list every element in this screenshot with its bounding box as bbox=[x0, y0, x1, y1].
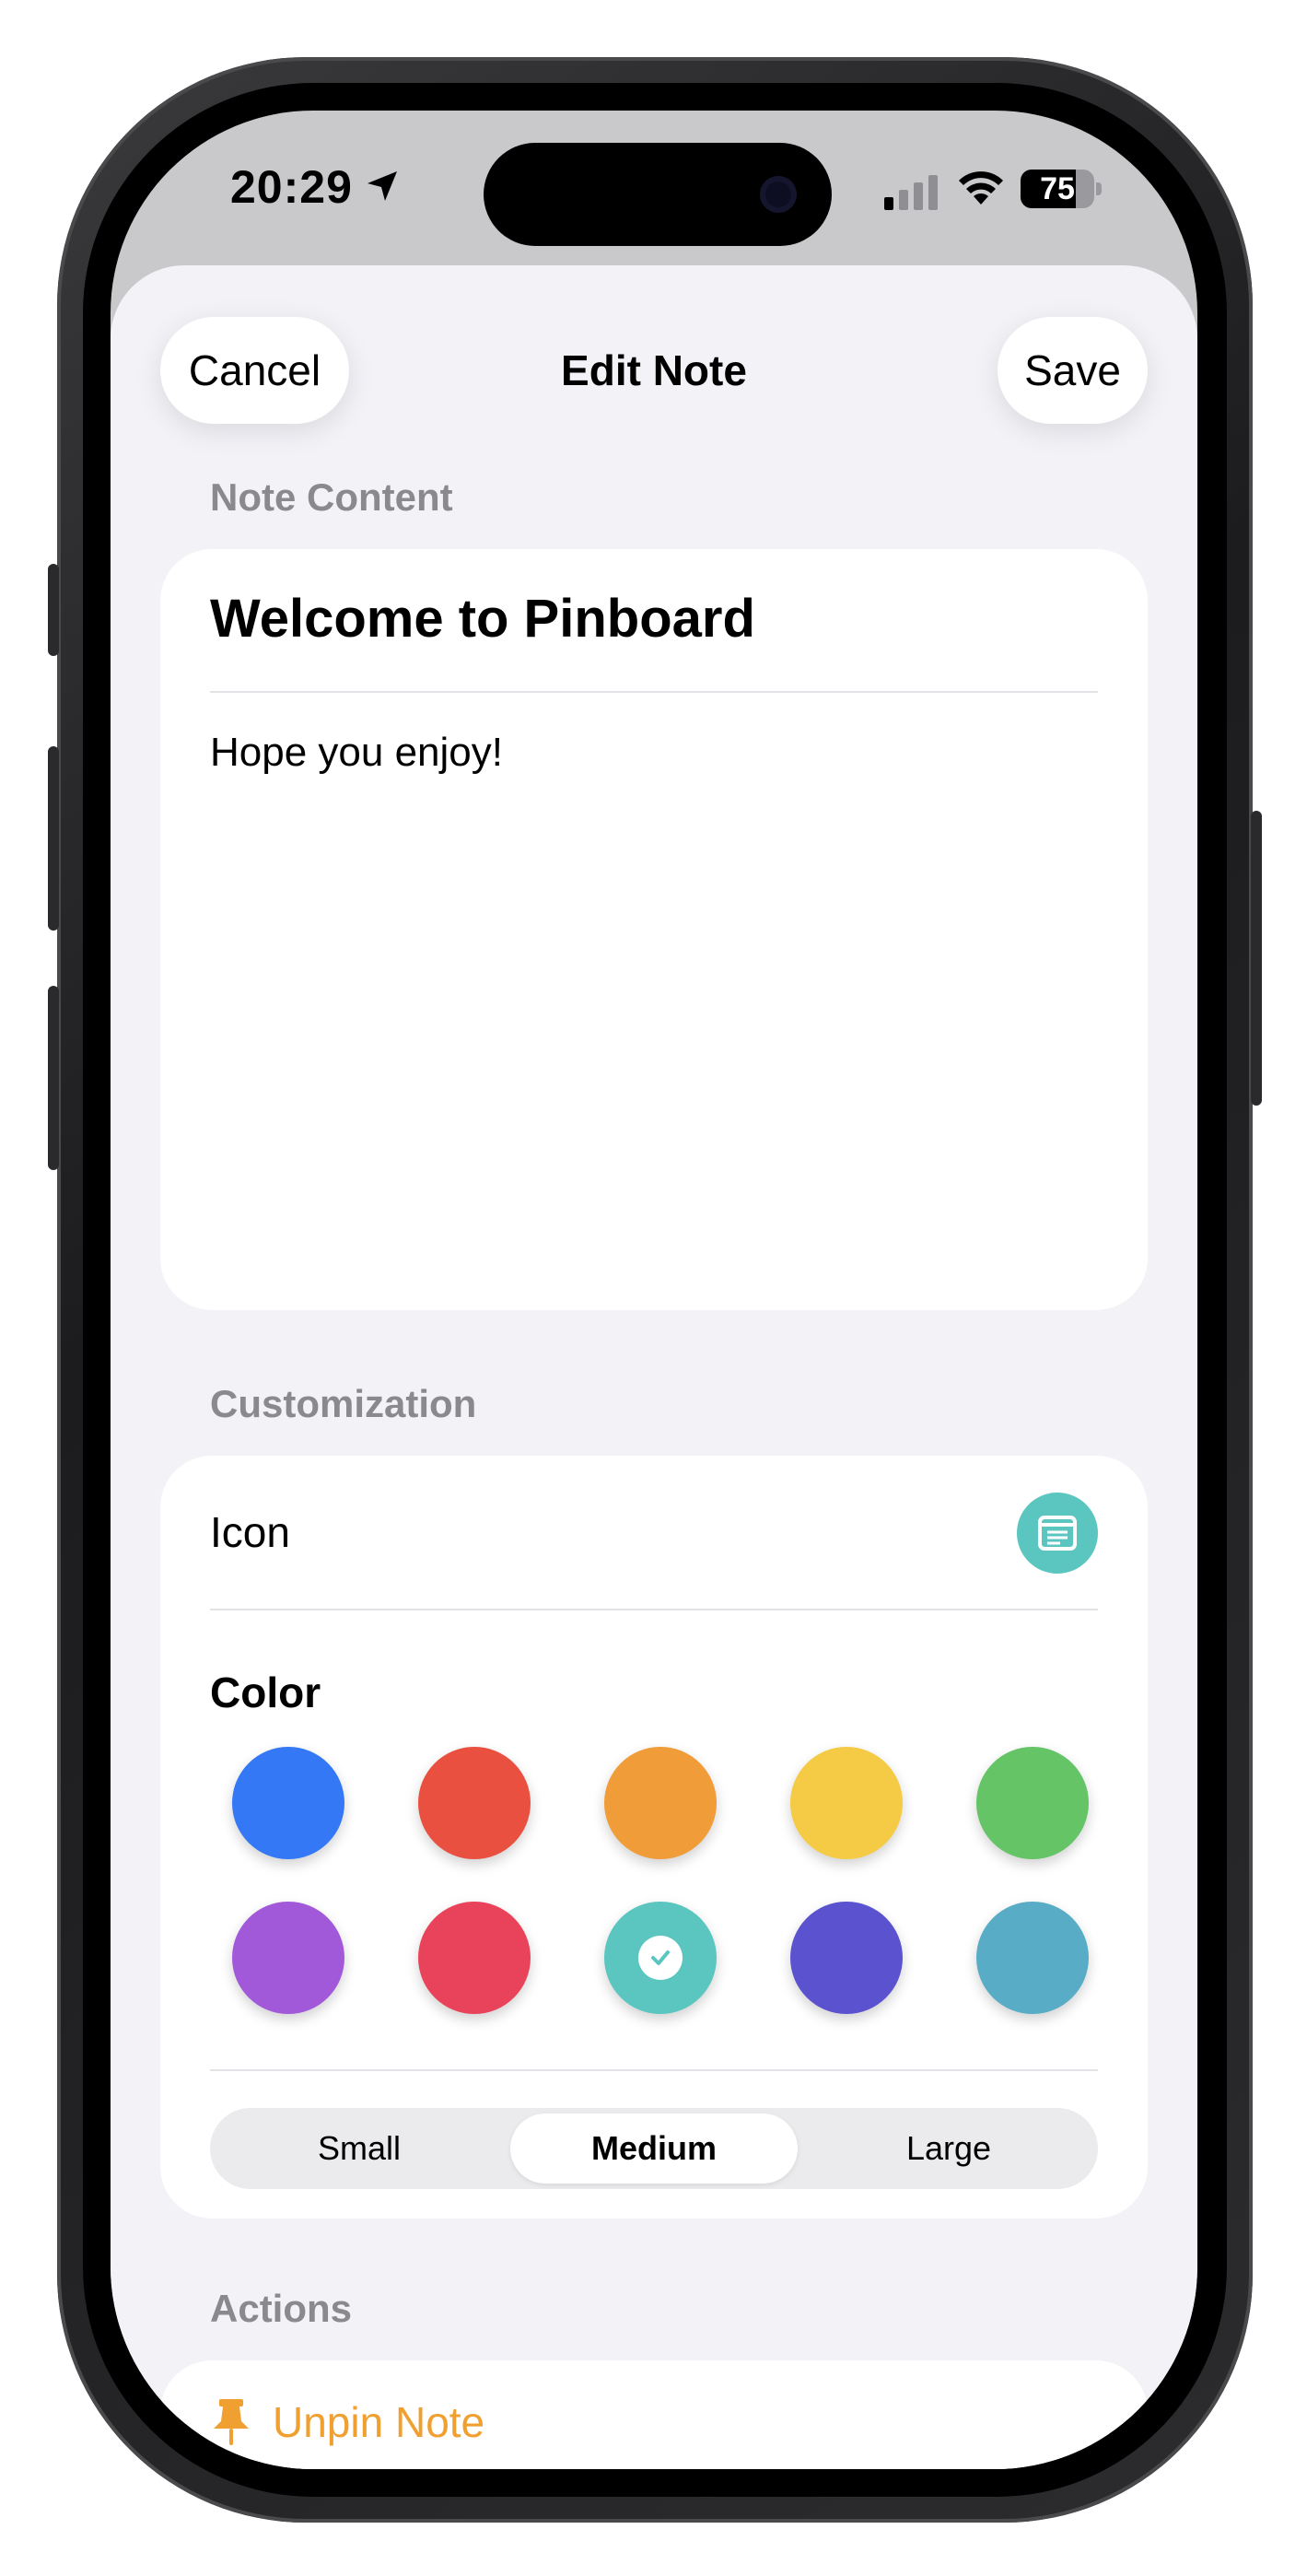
color-swatch-green[interactable] bbox=[976, 1747, 1089, 1859]
wifi-icon bbox=[959, 171, 1003, 205]
color-swatch-indigo[interactable] bbox=[790, 1902, 903, 2014]
note-content-card: Welcome to Pinboard Hope you enjoy! bbox=[160, 549, 1148, 1310]
color-swatch-pink[interactable] bbox=[418, 1902, 531, 2014]
color-swatch-blue[interactable] bbox=[232, 1747, 344, 1859]
note-title-field[interactable]: Welcome to Pinboard bbox=[210, 588, 755, 650]
size-segmented-control: Small Medium Large bbox=[210, 2108, 1098, 2189]
edit-note-sheet: Cancel Edit Note Save Note Content Welco… bbox=[111, 265, 1197, 2469]
icon-row-label: Icon bbox=[210, 1508, 290, 1556]
action-button bbox=[48, 564, 59, 656]
size-option-medium[interactable]: Medium bbox=[510, 2113, 798, 2184]
dynamic-island bbox=[484, 143, 832, 246]
volume-up-button bbox=[48, 746, 59, 931]
save-button[interactable]: Save bbox=[998, 317, 1148, 424]
unpin-note-button[interactable]: Unpin Note bbox=[210, 2397, 484, 2447]
divider bbox=[210, 1609, 1098, 1610]
actions-card: Unpin Note bbox=[160, 2360, 1148, 2469]
section-label-note-content: Note Content bbox=[210, 475, 453, 519]
pin-icon bbox=[214, 2399, 249, 2445]
cellular-signal-icon bbox=[884, 175, 938, 210]
checkmark-icon bbox=[638, 1936, 683, 1980]
screen: 20:29 75 Cancel Edit Note Save Note Cont… bbox=[111, 111, 1197, 2469]
unpin-note-label: Unpin Note bbox=[273, 2398, 485, 2446]
note-body-field[interactable]: Hope you enjoy! bbox=[210, 730, 503, 776]
front-camera bbox=[760, 176, 797, 213]
section-label-customization: Customization bbox=[210, 1382, 477, 1425]
note-text-icon[interactable] bbox=[1017, 1493, 1098, 1574]
color-swatch-purple[interactable] bbox=[232, 1902, 344, 2014]
divider bbox=[210, 2069, 1098, 2071]
size-option-large[interactable]: Large bbox=[805, 2113, 1092, 2184]
section-label-actions: Actions bbox=[210, 2287, 353, 2330]
divider bbox=[210, 691, 1098, 693]
battery-body: 75 bbox=[1021, 170, 1094, 208]
battery-percent: 75 bbox=[1040, 171, 1075, 206]
battery-nub bbox=[1096, 182, 1102, 195]
power-button bbox=[1251, 811, 1262, 1106]
color-swatch-cyan[interactable] bbox=[976, 1902, 1089, 2014]
size-option-small[interactable]: Small bbox=[216, 2113, 503, 2184]
color-swatch-orange[interactable] bbox=[604, 1747, 717, 1859]
color-swatch-yellow[interactable] bbox=[790, 1747, 903, 1859]
color-label: Color bbox=[210, 1669, 321, 1716]
status-bar: 20:29 75 bbox=[111, 111, 1197, 267]
battery-indicator: 75 bbox=[1021, 170, 1102, 208]
status-time: 20:29 bbox=[230, 161, 353, 213]
customization-card: Icon Color Small Medium Large bbox=[160, 1456, 1148, 2219]
color-swatch-teal[interactable] bbox=[604, 1902, 717, 2014]
color-swatch-red[interactable] bbox=[418, 1747, 531, 1859]
volume-down-button bbox=[48, 986, 59, 1170]
location-arrow-icon bbox=[368, 171, 397, 201]
